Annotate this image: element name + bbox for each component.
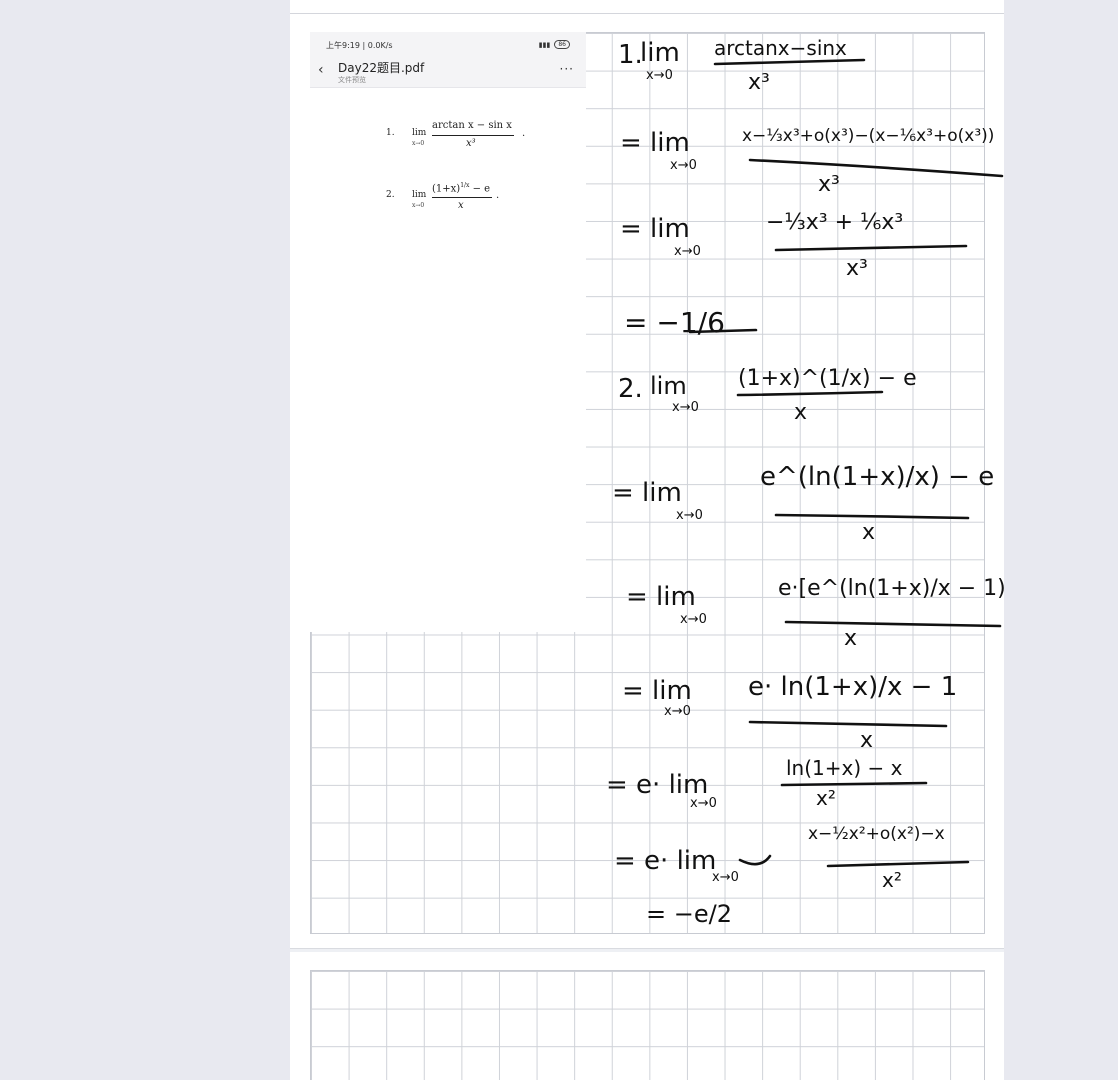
hw-lim-sub-9: x→0 [690,796,717,811]
hw-lim-sub-8: x→0 [664,704,691,719]
hw-denominator-7: x [844,626,858,651]
hw-lim-sub-2: x→0 [670,158,697,173]
fraction-bar-10 [826,860,970,868]
hw-denominator-3: x³ [846,256,868,281]
hw-equals-lim-7: = lim [626,582,696,612]
hw-numerator-5: (1+x)^(1/x) − e [738,366,917,391]
hw-equals-lim-6: = lim [612,478,682,508]
fraction-bar-9 [780,781,928,787]
hw-final-result-2: = −e/2 [646,900,732,928]
hw-lim-sub-5: x→0 [672,400,699,415]
hw-denominator-5: x [794,400,808,425]
fraction-bar-3 [774,244,968,252]
grid-paper-page-2[interactable] [310,970,985,1080]
hw-denominator-10: x² [882,868,902,892]
hw-denominator-6: x [862,520,876,545]
hw-numerator-2: x−⅓x³+o(x³)−(x−⅙x³+o(x³)) [742,126,995,146]
hw-lim-sub-3: x→0 [674,244,701,259]
hw-denominator-2: x³ [818,172,840,197]
fraction-bar-6 [774,513,970,520]
hw-denominator-1: x³ [748,70,770,95]
fraction-bar-2 [748,158,1004,178]
hw-numerator-9: ln(1+x) − x [786,756,903,780]
hw-denominator-8: x [860,728,874,753]
hw-e-lim-10: = e· lim [614,846,717,876]
hw-numerator-3: −⅓x³ + ⅙x³ [766,210,904,235]
hw-equals-lim-2: = lim [620,128,690,158]
fraction-bar-7 [784,620,1002,628]
fraction-bar-5 [736,390,884,397]
hw-lim-sub-10: x→0 [712,870,739,885]
hw-numerator-1: arctanx−sinx [714,36,847,60]
hw-equals-lim-3: = lim [620,214,690,244]
hw-lim-1: lim [640,38,680,68]
page-separator [290,948,1004,952]
hw-equals-lim-8: = lim [622,676,692,706]
fraction-bar-1 [713,58,866,66]
hw-lim-sub-7: x→0 [680,612,707,627]
hw-result-1: = −1/6 [624,306,725,339]
hw-lim-sub-6: x→0 [676,508,703,523]
hw-denominator-9: x² [816,786,836,810]
hw-problem-2-number: 2. [618,374,643,404]
hw-numerator-6: e^(ln(1+x)/x) − e [760,462,995,492]
note-canvas[interactable]: 上午9:19 | 0.0K/s ▮▮▮ 86 ‹ Day22题目.pdf 文件预… [290,0,1004,1080]
hw-numerator-10: x−½x²+o(x²)−x [808,824,945,844]
hw-lim-sub-1: x→0 [646,68,673,83]
hw-lim-5: lim [650,372,687,400]
hw-numerator-8: e· ln(1+x)/x − 1 [748,672,958,702]
strike-mark [738,854,772,866]
fraction-bar-8 [748,720,948,728]
hw-numerator-7: e·[e^(ln(1+x)/x − 1) − 1] [778,576,1004,601]
